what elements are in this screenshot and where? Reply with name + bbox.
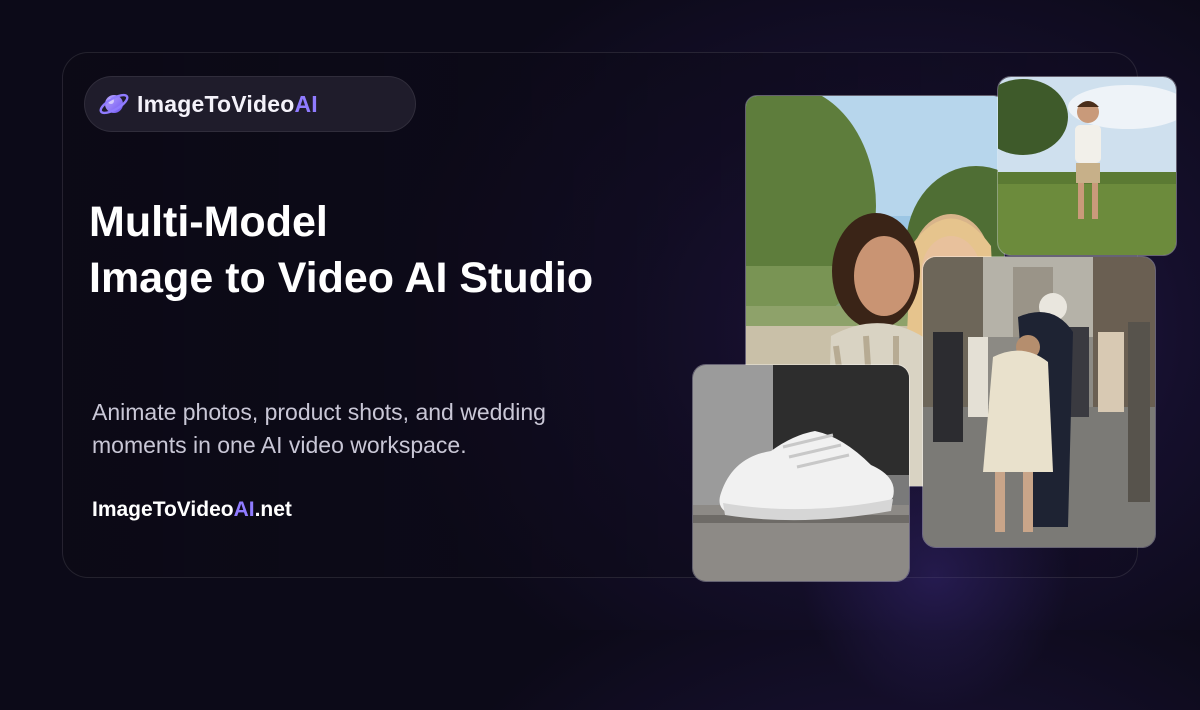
- page-title: Multi-Model Image to Video AI Studio: [89, 194, 593, 306]
- photo-street-kiss: [922, 256, 1156, 548]
- brand-name: ImageToVideoAI: [137, 91, 318, 118]
- site-domain-link[interactable]: ImageToVideoAI.net: [92, 498, 292, 522]
- domain-main: ImageToVideo: [92, 498, 234, 521]
- domain-accent: AI: [233, 498, 255, 521]
- subtitle-line-1: Animate photos, product shots, and weddi…: [92, 399, 546, 425]
- brand-badge[interactable]: ImageToVideoAI: [84, 76, 416, 132]
- domain-suffix: .net: [254, 498, 292, 521]
- title-line-1: Multi-Model: [89, 198, 328, 246]
- photo-boy-field: [997, 76, 1177, 256]
- planet-logo-icon: [98, 88, 130, 120]
- brand-name-main: ImageToVideo: [137, 90, 295, 117]
- title-line-2: Image to Video AI Studio: [89, 254, 594, 302]
- subtitle-line-2: moments in one AI video workspace.: [92, 432, 467, 458]
- subtitle: Animate photos, product shots, and weddi…: [92, 396, 652, 462]
- brand-name-accent: AI: [294, 90, 318, 117]
- photo-sneaker: [692, 364, 910, 582]
